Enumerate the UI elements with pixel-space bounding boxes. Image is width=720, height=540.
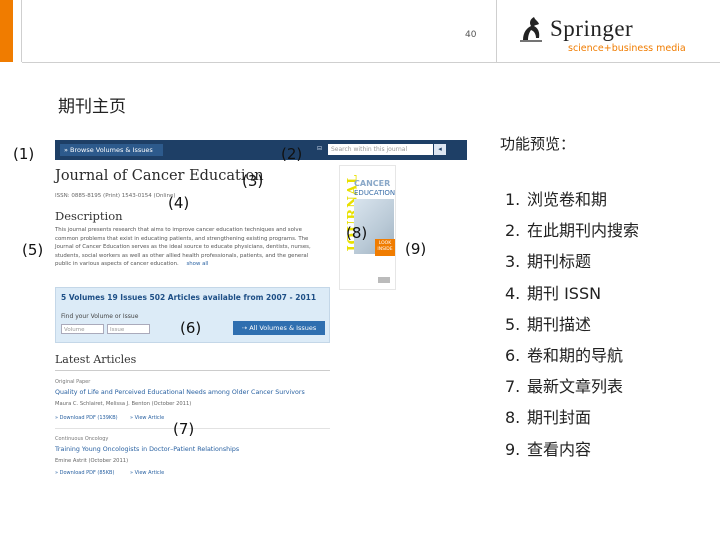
callout-4: (4) <box>168 194 190 212</box>
header-divider <box>21 0 22 62</box>
cover-title-line1: CANCER <box>354 179 391 188</box>
feature-item: 9. 查看内容 <box>505 439 592 459</box>
article-type: Original Paper <box>55 379 91 385</box>
callout-9: (9) <box>405 240 427 258</box>
feature-item: 7. 最新文章列表 <box>505 377 624 397</box>
cover-title-line2: EDUCATION <box>354 189 396 197</box>
feature-item: 1. 浏览卷和期 <box>505 190 608 209</box>
springer-logo: Springer science+business media <box>517 12 687 57</box>
header-rule <box>22 62 720 63</box>
volume-stats: 5 Volumes 19 Issues 502 Articles availab… <box>61 293 317 302</box>
all-volumes-button[interactable]: ⇢ All Volumes & Issues <box>233 321 325 335</box>
feature-item: 8. 期刊封面 <box>505 408 592 428</box>
journal-description: This journal presents research that aims… <box>55 226 311 269</box>
journal-issn: ISSN: 0885-8195 (Print) 1543-0154 (Onlin… <box>55 193 176 199</box>
find-volume-label: Find your Volume or Issue <box>61 313 139 320</box>
article-title-link[interactable]: Quality of Life and Perceived Educationa… <box>55 389 305 396</box>
header-divider <box>496 0 497 62</box>
search-icon: ⊟ <box>317 145 323 152</box>
journal-homepage-screenshot: » Browse Volumes & Issues ⊟ Search withi… <box>55 140 467 480</box>
journal-title: Journal of Cancer Education <box>55 168 264 184</box>
look-inside-button[interactable]: LOOK INSIDE <box>375 239 395 256</box>
search-submit-button[interactable]: ◂ <box>434 144 446 155</box>
latest-articles-heading: Latest Articles <box>55 353 137 366</box>
article-type: Continuous Oncology <box>55 436 109 442</box>
publisher-mark <box>378 277 390 283</box>
page-title: 期刊主页 <box>58 97 126 117</box>
view-article-link[interactable]: » View Article <box>130 415 164 421</box>
feature-item: 2. 在此期刊内搜索 <box>505 221 640 241</box>
page-number: 40 <box>465 30 477 40</box>
feature-item: 4. 期刊 ISSN <box>505 283 602 303</box>
callout-5: (5) <box>22 241 44 259</box>
description-heading: Description <box>55 209 123 223</box>
callout-1: (1) <box>13 145 35 163</box>
feature-item: 5. 期刊描述 <box>505 314 592 334</box>
description-text: This journal presents research that aims… <box>55 227 311 267</box>
features-heading: 功能预览： <box>500 135 576 153</box>
download-pdf-link[interactable]: » Download PDF (139KB) <box>55 415 118 421</box>
article-authors: Maura C. Schlairet, Melissa J. Benton (O… <box>55 401 192 407</box>
download-pdf-link[interactable]: » Download PDF (85KB) <box>55 470 114 476</box>
journal-search-input[interactable]: Search within this journal <box>328 144 433 155</box>
view-article-link[interactable]: » View Article <box>130 470 164 476</box>
issue-input[interactable]: Issue <box>107 324 150 334</box>
callout-7: (7) <box>173 420 195 438</box>
brand-tagline: science+business media <box>568 43 686 54</box>
feature-list: 1. 浏览卷和期 2. 在此期刊内搜索 3. 期刊标题 4. 期刊 ISSN 5. 期刊描… <box>505 186 639 467</box>
section-divider <box>55 370 330 371</box>
journal-nav-bar: » Browse Volumes & Issues ⊟ Search withi… <box>55 140 467 160</box>
springer-horse-icon <box>520 17 542 42</box>
brand-name: Springer <box>550 16 634 41</box>
article-authors: Emine Astrit (October 2011) <box>55 458 129 464</box>
callout-8: (8) <box>346 224 368 242</box>
volume-input[interactable]: Volume <box>61 324 104 334</box>
accent-bar <box>0 0 13 62</box>
feature-item: 6. 卷和期的导航 <box>505 345 624 365</box>
feature-item: 3. 期刊标题 <box>505 252 592 272</box>
callout-3: (3) <box>242 172 264 190</box>
callout-2: (2) <box>281 145 303 163</box>
article-title-link[interactable]: Training Young Oncologists in Doctor–Pat… <box>55 446 239 453</box>
browse-volumes-link[interactable]: » Browse Volumes & Issues <box>60 144 163 156</box>
show-all-link[interactable]: show all <box>186 261 208 267</box>
callout-6: (6) <box>180 319 202 337</box>
